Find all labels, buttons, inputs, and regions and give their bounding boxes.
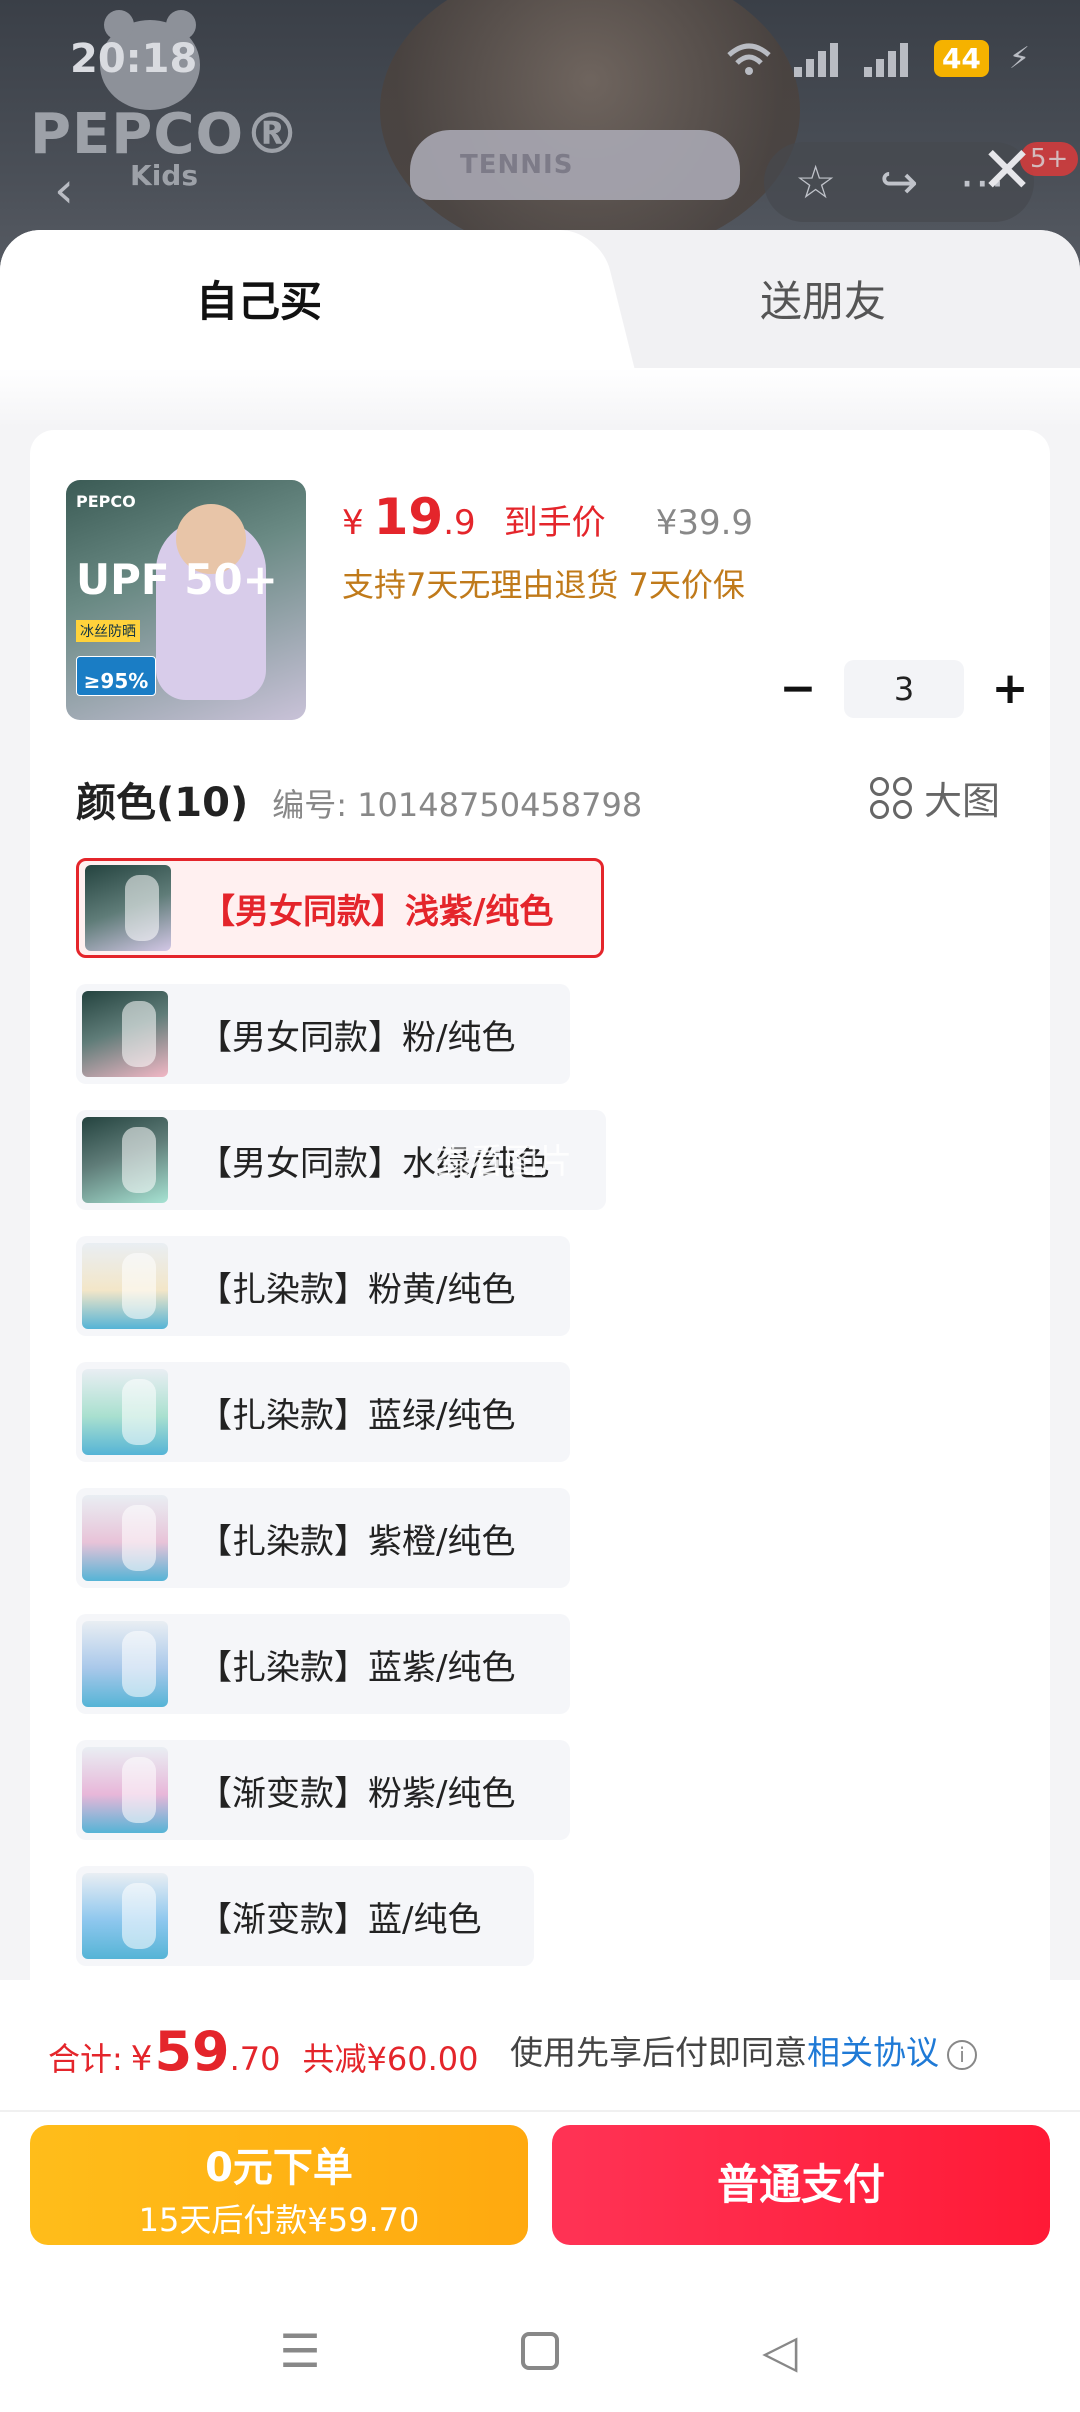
star-icon[interactable]: ☆ [781,155,851,209]
option-thumbnail [82,991,168,1077]
price-decimal: .9 [443,503,476,543]
product-code: 编号: 10148750458798 [272,786,643,824]
color-section-header: 颜色(10) 编号: 10148750458798 [76,770,642,828]
normal-pay-button[interactable]: 普通支付 [552,2125,1050,2245]
option-label: 【扎染款】紫橙/纯色 [198,1521,516,1562]
option-thumbnail [82,1747,168,1833]
total-integer: 59 [154,2020,230,2083]
color-option[interactable]: 【男女同款】浅紫/纯色 [76,858,604,958]
buy-now-pay-later-button[interactable]: 0元下单 15天后付款¥59.70 [30,2125,528,2245]
quantity-stepper: − 3 + [770,660,1038,718]
big-image-button[interactable]: 大图 [869,770,1000,825]
battery-icon: 44 [933,40,989,77]
option-label: 【扎染款】蓝紫/纯色 [198,1647,516,1688]
option-thumbnail [85,865,171,951]
bnpl-title: 0元下单 [205,2145,353,2191]
color-option[interactable]: 【渐变款】蓝/纯色 [76,1866,534,1966]
product-image-upf: UPF 50+ [76,555,278,604]
quantity-value[interactable]: 3 [844,660,964,718]
option-label: 【渐变款】蓝/纯色 [198,1899,482,1940]
footer-divider [0,2110,1080,2112]
price-integer: 19 [373,488,444,546]
back-nav-icon[interactable]: ◁ [740,2324,820,2378]
total-line: 合计: ¥ 59 .70 共减¥60.00 [48,2020,478,2083]
sku-card: PEPCO UPF 50+ 冰丝防晒 ≥95% ¥ 19 .9 到手价 ¥39.… [30,430,1050,2230]
agreement-prefix: 使用先享后付即同意 [510,2033,807,2072]
option-label: 【扎染款】蓝绿/纯色 [198,1395,516,1436]
wifi-icon [727,43,771,75]
option-label: 【男女同款】粉/纯色 [198,1017,516,1058]
total-currency: ¥ [130,2039,153,2079]
status-icons: 44 ⚡ [724,40,1030,77]
color-option[interactable]: 【男女同款】粉/纯色 [76,984,570,1084]
charging-icon: ⚡ [1008,41,1030,76]
share-icon[interactable]: ↪ [864,155,934,209]
color-option[interactable]: 【扎染款】紫橙/纯色 [76,1488,570,1588]
original-price: ¥39.9 [655,503,754,543]
increase-button[interactable]: + [982,661,1038,717]
decrease-button[interactable]: − [770,661,826,717]
option-thumbnail [82,1621,168,1707]
back-icon[interactable]: ‹ [24,150,104,230]
product-image-logo: PEPCO [76,492,136,511]
tabs-divider [0,368,1080,428]
tab-gift[interactable]: 送朋友 [760,268,886,329]
color-option[interactable]: 【扎染款】蓝绿/纯色 [76,1362,570,1462]
agreement-text: 使用先享后付即同意相关协议 i [510,2026,977,2074]
option-label: 【渐变款】粉紫/纯色 [198,1773,516,1814]
home-icon[interactable] [500,2332,580,2370]
option-label: 【男女同款】浅紫/纯色 [201,891,554,932]
price-line: ¥ 19 .9 到手价 ¥39.9 [342,488,753,546]
total-discount: 共减¥60.00 [302,2040,479,2078]
product-image-tag: 冰丝防晒 [76,620,140,642]
tab-self-buy[interactable]: 自己买 [196,268,322,329]
color-option[interactable]: 【男女同款】水绿/纯色 查看图片 [76,1110,606,1210]
total-decimal: .70 [229,2040,281,2078]
option-thumbnail [82,1117,168,1203]
bnpl-subtitle: 15天后付款¥59.70 [138,2201,420,2239]
product-image-badge: ≥95% [76,656,156,696]
option-thumbnail [82,1369,168,1455]
option-label: 【扎染款】粉黄/纯色 [198,1269,516,1310]
big-image-label: 大图 [923,779,1000,823]
status-bar: 20:18 44 ⚡ [0,0,1080,110]
option-thumbnail [82,1243,168,1329]
status-time: 20:18 [70,36,198,82]
view-image-tip: 查看图片 [436,1142,572,1182]
product-image[interactable]: PEPCO UPF 50+ 冰丝防晒 ≥95% [66,480,306,720]
color-section-title: 颜色(10) [76,780,249,826]
option-thumbnail [82,1495,168,1581]
price-currency: ¥ [342,503,364,543]
service-guarantee: 支持7天无理由退货 7天价保 [342,566,745,604]
color-option[interactable]: 【扎染款】蓝紫/纯色 [76,1614,570,1714]
option-thumbnail [82,1873,168,1959]
agreement-link[interactable]: 相关协议 [807,2033,939,2072]
grid-icon [869,776,912,819]
signal-icon-2 [863,41,914,77]
system-nav-bar: ☰ ◁ [0,2290,1080,2412]
color-option[interactable]: 【渐变款】粉紫/纯色 [76,1740,570,1840]
price-tag: 到手价 [503,503,606,543]
close-icon[interactable]: ✕ [972,136,1042,206]
info-icon[interactable]: i [947,2039,977,2070]
menu-icon[interactable]: ☰ [260,2324,340,2378]
signal-icon [793,41,844,77]
backdrop-visor-text: TENNIS [460,150,574,180]
color-options: 【男女同款】浅紫/纯色 【男女同款】粉/纯色 【男女同款】水绿/纯色 查看图片 … [76,858,996,1992]
color-option[interactable]: 【扎染款】粉黄/纯色 [76,1236,570,1336]
total-label: 合计: [48,2040,123,2078]
